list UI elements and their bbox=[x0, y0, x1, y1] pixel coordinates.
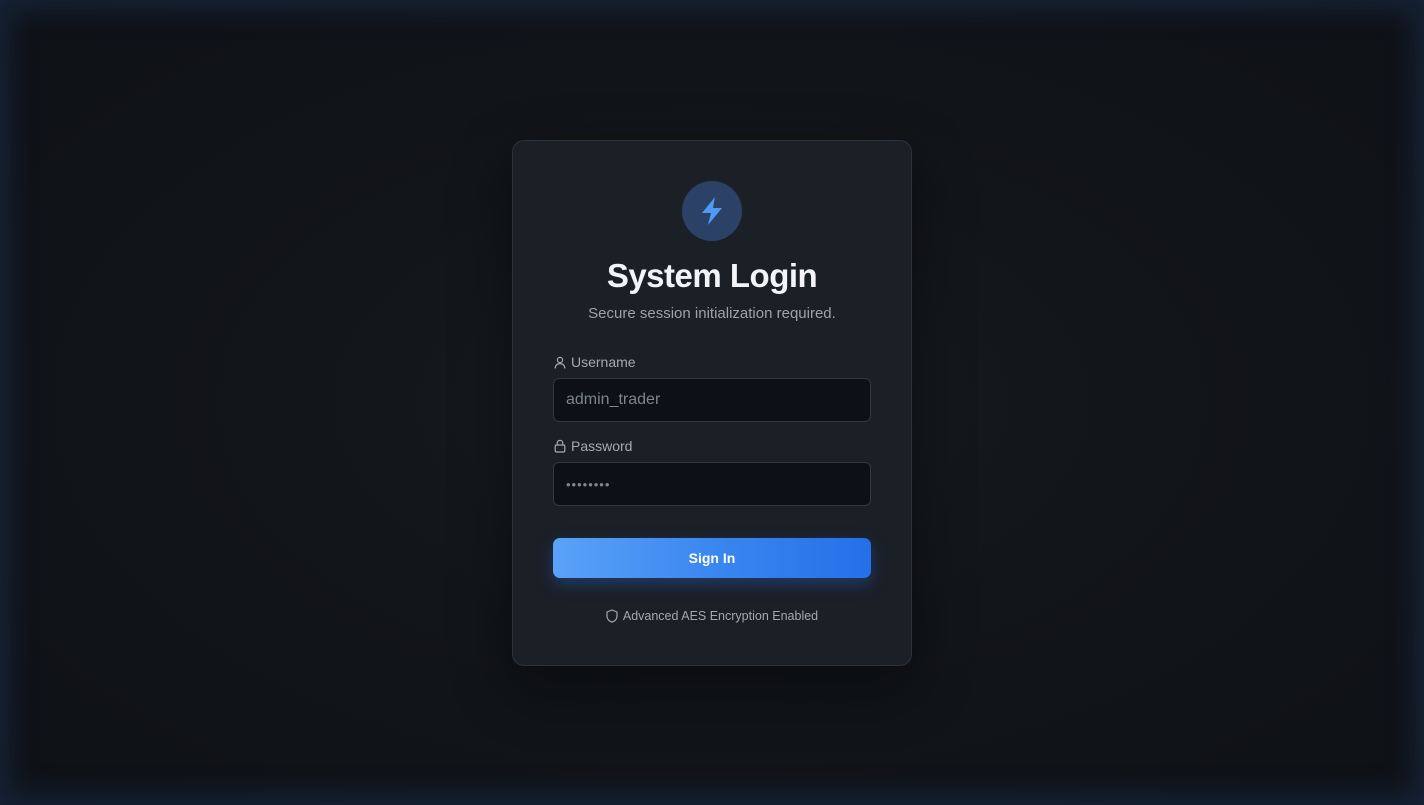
username-input[interactable] bbox=[553, 378, 871, 422]
lock-icon bbox=[554, 439, 566, 453]
encryption-notice: Advanced AES Encryption Enabled bbox=[513, 609, 911, 623]
password-label: Password bbox=[554, 438, 632, 454]
username-label: Username bbox=[554, 354, 636, 370]
password-label-text: Password bbox=[571, 438, 633, 454]
shield-icon bbox=[606, 609, 618, 623]
sign-in-button[interactable]: Sign In bbox=[553, 538, 871, 578]
lightning-bolt-icon bbox=[702, 197, 722, 225]
username-label-text: Username bbox=[571, 354, 636, 370]
password-input[interactable] bbox=[553, 462, 871, 506]
page-title: System Login bbox=[606, 257, 818, 294]
user-icon bbox=[554, 356, 566, 369]
logo-badge bbox=[682, 181, 742, 241]
encryption-notice-text: Advanced AES Encryption Enabled bbox=[622, 609, 819, 623]
login-card: System Login Secure session initializati… bbox=[512, 140, 912, 666]
page-subtitle: Secure session initialization required. bbox=[588, 305, 836, 322]
login-page: System Login Secure session initializati… bbox=[0, 0, 1424, 805]
